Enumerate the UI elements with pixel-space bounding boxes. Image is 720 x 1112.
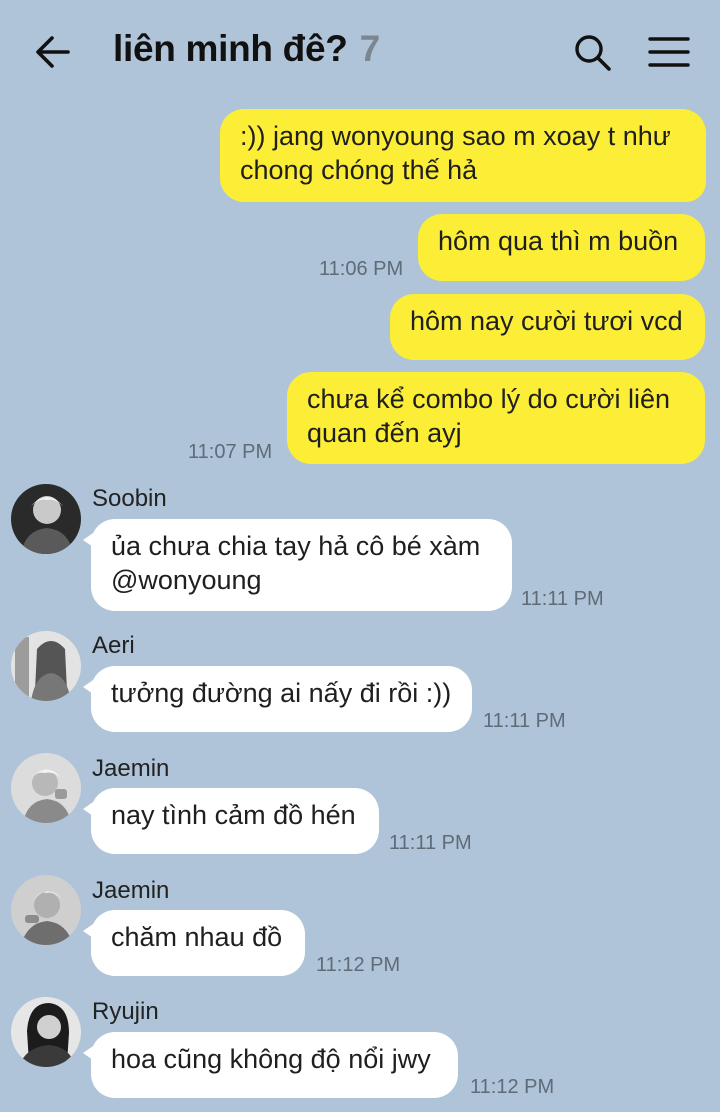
sender-name: Jaemin xyxy=(92,877,170,904)
outgoing-message[interactable]: hôm qua thì m buồn xyxy=(418,214,705,281)
outgoing-message[interactable]: :)) jang wonyoung sao m xoay t như chong… xyxy=(220,109,706,202)
avatar-photo-icon xyxy=(11,997,81,1067)
message-timestamp: 11:11 PM xyxy=(389,832,472,854)
message-line: hôm qua thì m buồn xyxy=(438,226,679,256)
message-timestamp: 11:06 PM xyxy=(319,258,404,280)
message-line: chong chóng thế hả xyxy=(240,155,478,185)
message-line: ủa chưa chia tay hả cô bé xàm xyxy=(111,531,481,561)
avatar[interactable] xyxy=(11,875,81,945)
message-line: hôm nay cười tươi vcd xyxy=(410,306,683,336)
avatar[interactable] xyxy=(11,997,81,1067)
message-line: chưa kể combo lý do cười liên xyxy=(307,384,671,414)
avatar-photo-icon xyxy=(11,875,81,945)
incoming-message[interactable]: tưởng đường ai nấy đi rồi :)) xyxy=(83,666,472,732)
avatar[interactable] xyxy=(11,631,81,701)
incoming-message[interactable]: hoa cũng không độ nổi jwy xyxy=(83,1032,458,1098)
message-line: quan đến ayj xyxy=(307,418,462,448)
chat-header: liên minh đê? 7 xyxy=(0,0,720,104)
incoming-message[interactable]: nay tình cảm đồ hén xyxy=(83,788,379,854)
message-line: hoa cũng không độ nổi jwy xyxy=(111,1044,431,1074)
avatar[interactable] xyxy=(11,484,81,554)
sender-name: Aeri xyxy=(92,632,135,659)
message-line: :)) jang wonyoung sao m xoay t như xyxy=(240,121,671,151)
message-line: @wonyoung xyxy=(111,565,262,595)
message-line: chăm nhau đồ xyxy=(111,922,283,952)
message-line: tưởng đường ai nấy đi rồi :)) xyxy=(111,678,452,708)
sender-name: Soobin xyxy=(92,485,167,512)
message-timestamp: 11:11 PM xyxy=(483,710,566,732)
back-button[interactable] xyxy=(28,26,80,78)
member-count: 7 xyxy=(359,28,381,69)
outgoing-message[interactable]: hôm nay cười tươi vcd xyxy=(390,294,705,360)
message-timestamp: 11:12 PM xyxy=(316,954,401,976)
search-button[interactable] xyxy=(568,28,618,78)
back-arrow-icon xyxy=(36,36,70,68)
avatar-photo-icon xyxy=(11,631,81,701)
search-icon xyxy=(575,35,611,71)
message-timestamp: 11:12 PM xyxy=(470,1076,555,1098)
menu-button[interactable] xyxy=(642,28,696,78)
message-line: nay tình cảm đồ hén xyxy=(111,800,356,830)
chat-title: liên minh đê? 7 xyxy=(113,28,380,70)
outgoing-message[interactable]: chưa kể combo lý do cười liên quan đến a… xyxy=(287,372,705,464)
sender-name: Jaemin xyxy=(92,755,170,782)
message-timestamp: 11:11 PM xyxy=(521,588,604,610)
chat-name: liên minh đê? xyxy=(113,28,348,69)
avatar-photo-icon xyxy=(11,753,81,823)
avatar[interactable] xyxy=(11,753,81,823)
incoming-message[interactable]: chăm nhau đồ xyxy=(83,910,305,976)
menu-icon xyxy=(648,37,690,67)
sender-name: Ryujin xyxy=(92,998,159,1025)
incoming-message[interactable]: ủa chưa chia tay hả cô bé xàm @wonyoung xyxy=(83,519,512,611)
avatar-photo-icon xyxy=(11,484,81,554)
message-timestamp: 11:07 PM xyxy=(188,441,273,463)
